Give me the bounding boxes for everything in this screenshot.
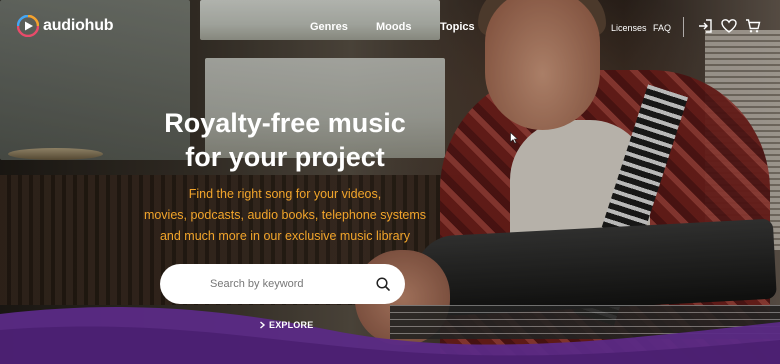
headline-line-1: Royalty-free music [164, 108, 406, 138]
nav-divider [683, 17, 684, 37]
brand-name: audiohub [43, 17, 114, 34]
cart-icon[interactable] [745, 18, 761, 34]
hero-background [0, 0, 780, 364]
headline-line-2: for your project [185, 142, 385, 172]
heart-icon[interactable] [721, 18, 737, 34]
nav-faq[interactable]: FAQ [653, 23, 671, 33]
nav-licenses[interactable]: Licenses [611, 23, 647, 33]
audiohub-logo-icon [17, 15, 39, 37]
hero-headline: Royalty-free music for your project [120, 106, 450, 174]
hero-tagline: Find the right song for your videos, mov… [110, 184, 460, 247]
explore-label: EXPLORE [269, 320, 314, 330]
chevron-right-icon [260, 321, 266, 329]
purple-wave [0, 307, 780, 364]
login-icon[interactable] [697, 18, 713, 34]
nav-topics[interactable]: Topics [440, 21, 475, 33]
search-icon[interactable] [375, 276, 391, 292]
nav-moods[interactable]: Moods [376, 21, 411, 33]
tagline-line-3: and much more in our exclusive music lib… [159, 229, 411, 243]
top-navigation: audiohub Genres Moods Topics Licenses FA… [0, 0, 780, 52]
explore-link[interactable]: EXPLORE [259, 320, 313, 330]
brand-logo[interactable]: audiohub [17, 15, 114, 37]
search-input[interactable] [160, 264, 360, 304]
tagline-line-2: movies, podcasts, audio books, telephone… [143, 208, 427, 222]
search-bar [160, 264, 405, 304]
nav-genres[interactable]: Genres [310, 21, 348, 33]
mouse-cursor-icon [510, 132, 518, 144]
tagline-line-1: Find the right song for your videos, [188, 187, 382, 201]
